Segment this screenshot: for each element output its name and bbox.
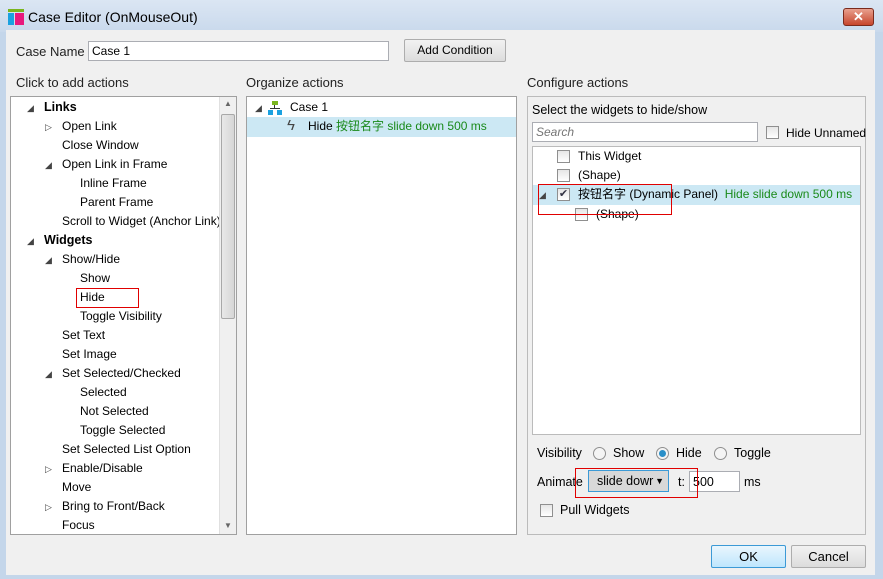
instruction-text: Select the widgets to hide/show — [532, 103, 708, 117]
action-item[interactable]: Inline Frame — [80, 174, 147, 193]
window-title: Case Editor (OnMouseOut) — [28, 9, 198, 25]
action-item[interactable]: Set Text — [62, 326, 105, 345]
expand-arrow-icon[interactable]: ▷ — [45, 502, 52, 513]
pull-widgets-checkbox[interactable] — [540, 504, 553, 517]
widget-note: Hide slide down 500 ms — [724, 187, 853, 201]
action-item[interactable]: Show/Hide — [62, 250, 120, 269]
radio-show-label: Show — [613, 446, 645, 460]
collapse-arrow-icon[interactable]: ◢ — [27, 103, 34, 114]
action-item[interactable]: Scroll to Widget (Anchor Link) — [62, 212, 221, 231]
action-item[interactable]: Parent Frame — [80, 193, 153, 212]
radio-show[interactable] — [593, 447, 606, 460]
collapse-arrow-icon[interactable]: ◢ — [45, 369, 52, 380]
pull-widgets-label: Pull Widgets — [560, 503, 630, 517]
visibility-label: Visibility — [537, 446, 582, 460]
collapse-arrow-icon[interactable]: ◢ — [45, 160, 52, 171]
action-item[interactable]: Enable/Disable — [62, 459, 143, 478]
action-detail: 按钮名字 slide down 500 ms — [336, 119, 487, 133]
ok-button[interactable]: OK — [711, 545, 786, 568]
scroll-down-icon[interactable]: ▼ — [224, 521, 232, 530]
radio-hide-label: Hide — [676, 446, 702, 460]
action-item[interactable]: Open Link — [62, 117, 117, 136]
add-condition-button[interactable]: Add Condition — [404, 39, 506, 62]
action-item[interactable]: Open Link in Frame — [62, 155, 167, 174]
expand-arrow-icon[interactable]: ▷ — [45, 464, 52, 475]
action-verb: Hide — [308, 119, 333, 133]
actions-tree: ◢ Links ▷ Open Link Close Window ◢ Open Link i… — [10, 96, 237, 535]
case-name-label: Case Name — [16, 44, 85, 59]
action-item[interactable]: Links — [44, 98, 77, 117]
radio-hide[interactable] — [656, 447, 669, 460]
scroll-thumb[interactable] — [221, 114, 235, 319]
hide-unnamed-checkbox[interactable] — [766, 126, 779, 139]
action-item[interactable]: Close Window — [62, 136, 139, 155]
expand-arrow-icon[interactable]: ▷ — [45, 122, 52, 133]
close-button[interactable]: ✕ — [843, 8, 874, 26]
action-item[interactable]: Selected — [80, 383, 127, 402]
action-item[interactable]: Set Selected/Checked — [62, 364, 181, 383]
action-item[interactable]: Not Selected — [80, 402, 149, 421]
hide-unnamed-label: Hide Unnamed — [786, 126, 867, 140]
action-item[interactable]: Focus — [62, 516, 95, 534]
collapse-arrow-icon[interactable]: ◢ — [45, 255, 52, 266]
lightning-icon: ϟ — [287, 117, 295, 134]
action-item[interactable]: Set Selected List Option — [62, 440, 191, 459]
radio-toggle[interactable] — [714, 447, 727, 460]
case-item[interactable]: Case 1 — [290, 98, 328, 117]
ms-label: ms — [744, 475, 761, 489]
cancel-button[interactable]: Cancel — [791, 545, 866, 568]
action-item[interactable]: Set Image — [62, 345, 117, 364]
collapse-arrow-icon[interactable]: ◢ — [27, 236, 34, 247]
case-name-input[interactable] — [88, 41, 389, 61]
action-item[interactable]: Toggle Selected — [80, 421, 165, 440]
left-heading: Click to add actions — [16, 75, 129, 90]
highlight-box — [76, 288, 139, 308]
radio-toggle-label: Toggle — [734, 446, 771, 460]
middle-heading: Organize actions — [246, 75, 344, 90]
scrollbar[interactable]: ▲ ▼ — [219, 97, 236, 534]
app-icon — [8, 9, 24, 25]
action-item[interactable]: Move — [62, 478, 91, 497]
action-item[interactable]: Widgets — [44, 231, 93, 250]
action-item[interactable]: ϟ Hide 按钮名字 slide down 500 ms — [247, 117, 516, 137]
highlight-box — [575, 468, 698, 498]
highlight-box — [538, 184, 672, 215]
case-icon — [268, 101, 282, 115]
organize-tree: ◢ Case 1 ϟ Hide 按钮名字 slide down 500 ms — [246, 96, 517, 535]
action-item[interactable]: Show — [80, 269, 110, 288]
search-input[interactable] — [532, 122, 758, 142]
action-item[interactable]: Bring to Front/Back — [62, 497, 165, 516]
expand-icon[interactable]: ◢ — [255, 103, 262, 114]
scroll-up-icon[interactable]: ▲ — [224, 99, 232, 108]
title-bar: Case Editor (OnMouseOut) ✕ — [0, 0, 883, 32]
action-item[interactable]: Toggle Visibility — [80, 307, 162, 326]
right-heading: Configure actions — [527, 75, 629, 90]
